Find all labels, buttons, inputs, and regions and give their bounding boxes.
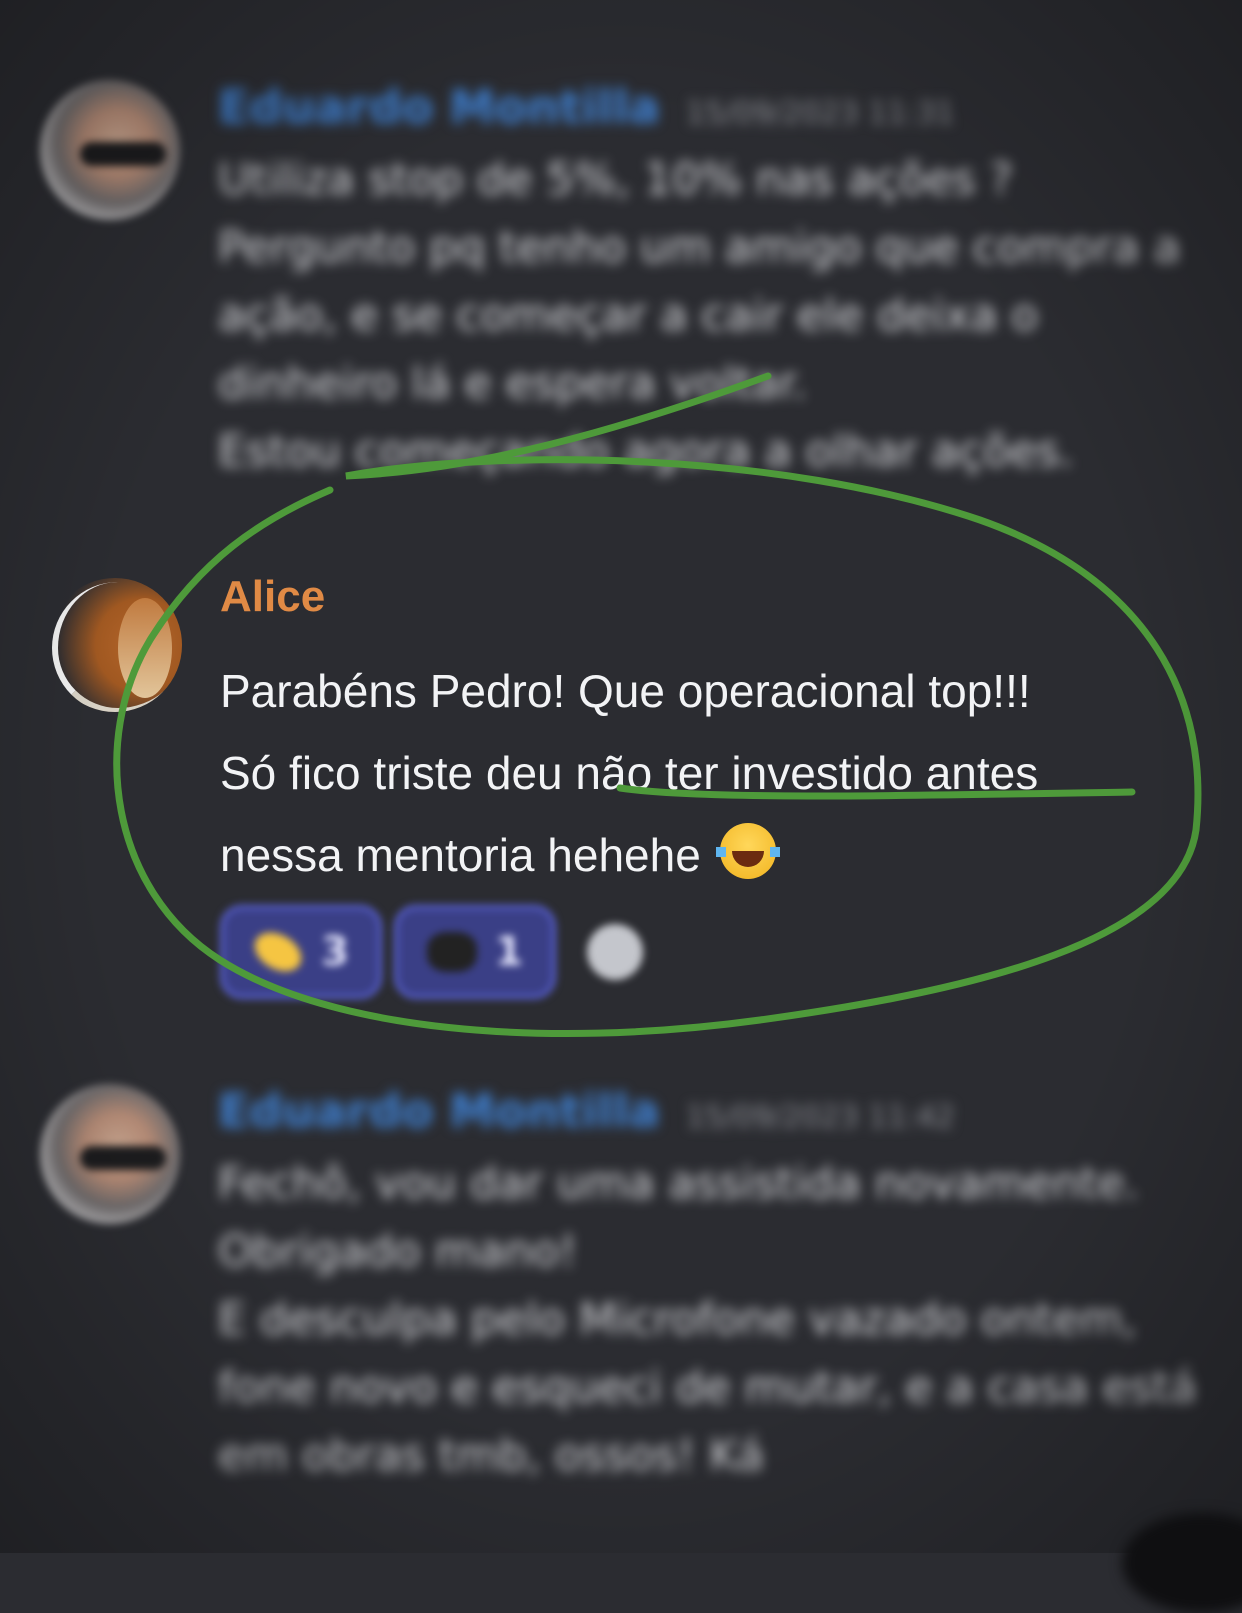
annotation-circle	[113, 372, 1202, 1037]
annotation-overlay	[113, 372, 1202, 1037]
chat-screen: { "messages": [ { "id": "msg-1", "author…	[0, 0, 1242, 1613]
annotation-underline	[616, 784, 1136, 800]
